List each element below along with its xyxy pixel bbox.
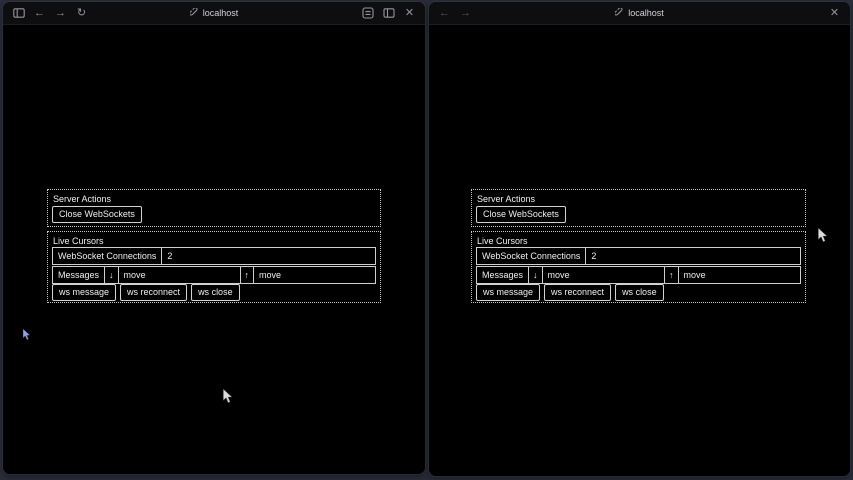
back-icon[interactable]: ←: [33, 6, 46, 21]
live-cursors-section: Live Cursors WebSocket Connections 2 Mes…: [47, 231, 381, 303]
messages-label: Messages: [53, 267, 105, 283]
forward-icon[interactable]: →: [459, 6, 472, 21]
split-view-icon[interactable]: [382, 6, 395, 21]
toolbar-right-group: ✕: [828, 2, 841, 24]
arrow-up-icon: ↑: [241, 267, 255, 283]
browser-toolbar: ← → ↻ localhost ✕: [3, 2, 425, 25]
address-bar[interactable]: localhost: [190, 8, 239, 19]
section-legend: Live Cursors: [53, 236, 104, 246]
ws-reconnect-button[interactable]: ws reconnect: [544, 284, 611, 301]
forward-icon[interactable]: →: [54, 6, 67, 21]
back-icon[interactable]: ←: [438, 6, 451, 21]
close-icon[interactable]: ✕: [403, 6, 416, 21]
outgoing-event: move: [543, 267, 665, 283]
outgoing-event: move: [119, 267, 241, 283]
messages-row: Messages ↓ move ↑ move: [476, 266, 801, 284]
connections-label: WebSocket Connections: [477, 248, 586, 264]
websocket-connections-row: WebSocket Connections 2: [476, 247, 801, 265]
toolbar-right-group: ✕: [361, 2, 416, 24]
section-legend: Server Actions: [477, 194, 535, 204]
toolbar-left-group: ← → ↻: [12, 2, 88, 24]
browser-window-right: ← → localhost ✕ Server Actions Close Web…: [429, 2, 850, 476]
live-cursors-section: Live Cursors WebSocket Connections 2 Mes…: [471, 231, 806, 303]
page-content: Server Actions Close WebSockets Live Cur…: [429, 25, 850, 476]
close-icon[interactable]: ✕: [828, 6, 841, 21]
ws-buttons-row: ws message ws reconnect ws close: [476, 284, 664, 301]
ws-message-button[interactable]: ws message: [52, 284, 116, 301]
sidebar-toggle-icon[interactable]: [12, 6, 25, 21]
websocket-connections-row: WebSocket Connections 2: [52, 247, 376, 265]
page-content: Server Actions Close WebSockets Live Cur…: [3, 25, 425, 474]
incoming-event: move: [679, 267, 800, 283]
connections-value: 2: [162, 248, 375, 264]
desktop: ← → ↻ localhost ✕ Se: [0, 0, 853, 480]
arrow-down-icon: ↓: [105, 267, 119, 283]
browser-toolbar: ← → localhost ✕: [429, 2, 850, 25]
close-websockets-button[interactable]: Close WebSockets: [52, 206, 142, 223]
arrow-down-icon: ↓: [529, 267, 543, 283]
ws-close-button[interactable]: ws close: [191, 284, 240, 301]
server-actions-section: Server Actions Close WebSockets: [471, 189, 806, 227]
section-legend: Server Actions: [53, 194, 111, 204]
arrow-up-icon: ↑: [665, 267, 679, 283]
console-icon[interactable]: [361, 6, 374, 21]
browser-window-left: ← → ↻ localhost ✕ Se: [3, 2, 425, 474]
connections-value: 2: [586, 248, 800, 264]
close-websockets-button[interactable]: Close WebSockets: [476, 206, 566, 223]
ws-message-button[interactable]: ws message: [476, 284, 540, 301]
connections-label: WebSocket Connections: [53, 248, 162, 264]
server-actions-section: Server Actions Close WebSockets: [47, 189, 381, 227]
ws-reconnect-button[interactable]: ws reconnect: [120, 284, 187, 301]
url-text: localhost: [628, 8, 664, 18]
url-text: localhost: [203, 8, 239, 18]
incoming-event: move: [254, 267, 375, 283]
messages-row: Messages ↓ move ↑ move: [52, 266, 376, 284]
ws-buttons-row: ws message ws reconnect ws close: [52, 284, 240, 301]
address-bar[interactable]: localhost: [615, 8, 664, 19]
ws-close-button[interactable]: ws close: [615, 284, 664, 301]
link-icon: [190, 8, 199, 19]
messages-label: Messages: [477, 267, 529, 283]
link-icon: [615, 8, 624, 19]
reload-icon[interactable]: ↻: [75, 6, 88, 21]
section-legend: Live Cursors: [477, 236, 528, 246]
toolbar-left-group: ← →: [438, 2, 472, 24]
